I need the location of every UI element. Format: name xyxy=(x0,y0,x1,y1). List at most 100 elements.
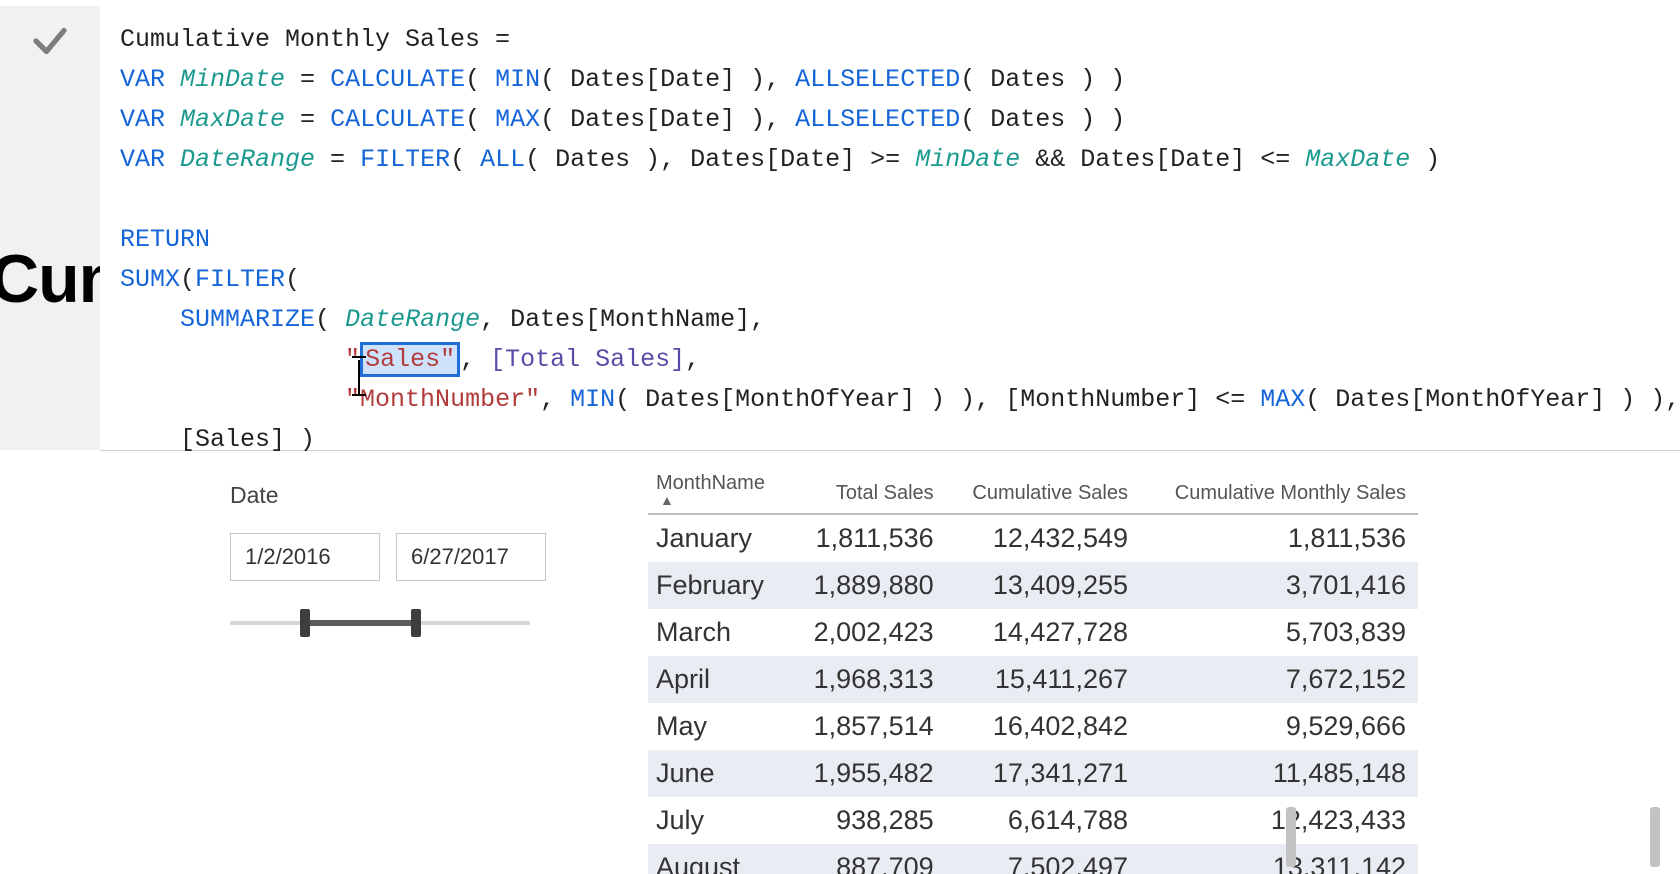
table-row[interactable]: August887,7097,502,49713,311,142 xyxy=(648,844,1418,874)
cell-label: July xyxy=(648,797,791,844)
slicer-range-slider[interactable] xyxy=(230,611,530,635)
code-token: ALLSELECTED xyxy=(795,65,960,94)
cell-value: 14,427,728 xyxy=(946,609,1140,656)
code-token: MAX xyxy=(495,105,540,134)
cell-label: January xyxy=(648,514,791,562)
code-token: VAR xyxy=(120,65,180,94)
scrollbar-thumb-left[interactable] xyxy=(1286,807,1296,867)
code-token: RETURN xyxy=(120,225,210,254)
commit-formula-button[interactable] xyxy=(0,6,101,76)
scrollbar-thumb-right[interactable] xyxy=(1650,807,1660,867)
column-header-label: Total Sales xyxy=(836,482,934,504)
code-token: ( Dates[Date] ), xyxy=(540,65,795,94)
cell-value: 1,889,880 xyxy=(791,562,946,609)
code-token: ( xyxy=(465,105,495,134)
cell-label: February xyxy=(648,562,791,609)
table-row[interactable]: January1,811,53612,432,5491,811,536 xyxy=(648,514,1418,562)
code-token xyxy=(120,305,180,334)
code-token: ( xyxy=(285,265,300,294)
code-token: MIN xyxy=(570,385,615,414)
code-token: , Dates[MonthName], xyxy=(480,305,765,334)
code-token: VAR xyxy=(120,105,180,134)
code-token: ( Dates[MonthOfYear] ) ), xyxy=(1305,385,1680,414)
cell-value: 887,709 xyxy=(791,844,946,874)
formula-bar-region: Cum Cumulative Monthly Sales = VAR MinDa… xyxy=(0,0,1680,450)
cell-value: 11,485,148 xyxy=(1140,750,1418,797)
code-token: ALLSELECTED xyxy=(795,105,960,134)
code-token: CALCULATE xyxy=(330,65,465,94)
column-header-label: Cumulative Monthly Sales xyxy=(1175,482,1406,504)
sort-ascending-icon: ▲ xyxy=(656,495,779,505)
code-token: = xyxy=(285,105,330,134)
slicer-title: Date xyxy=(230,482,560,509)
slider-thumb-start[interactable] xyxy=(300,609,310,637)
cell-value: 16,402,842 xyxy=(946,703,1140,750)
column-header[interactable]: Cumulative Monthly Sales xyxy=(1140,462,1418,514)
code-token: ( xyxy=(315,305,345,334)
cell-label: May xyxy=(648,703,791,750)
code-token: MinDate xyxy=(915,145,1020,174)
code-token: , xyxy=(460,345,490,374)
cell-value: 1,857,514 xyxy=(791,703,946,750)
cell-value: 2,002,423 xyxy=(791,609,946,656)
code-token: ) xyxy=(1410,145,1440,174)
code-token: = xyxy=(315,145,360,174)
code-token: MIN xyxy=(495,65,540,94)
table-visual: MonthName▲ Total Sales Cumulative Sales Cum… xyxy=(648,462,1660,874)
cell-value: 13,409,255 xyxy=(946,562,1140,609)
table-row[interactable]: July938,2856,614,78812,423,433 xyxy=(648,797,1418,844)
code-token xyxy=(120,345,345,374)
code-token xyxy=(120,385,345,414)
dax-formula-editor[interactable]: Cumulative Monthly Sales = VAR MinDate =… xyxy=(100,6,1680,451)
code-token: "MonthNumber" xyxy=(345,385,540,414)
checkmark-icon xyxy=(29,20,71,62)
code-token: , xyxy=(540,385,570,414)
column-header[interactable]: Total Sales xyxy=(791,462,946,514)
table-row[interactable]: June1,955,48217,341,27111,485,148 xyxy=(648,750,1418,797)
code-token: MaxDate xyxy=(180,105,285,134)
column-header[interactable]: Cumulative Sales xyxy=(946,462,1140,514)
code-token: = xyxy=(285,65,330,94)
table-row[interactable]: March2,002,42314,427,7285,703,839 xyxy=(648,609,1418,656)
slider-thumb-end[interactable] xyxy=(411,609,421,637)
column-header-label: MonthName xyxy=(656,472,765,494)
code-token: DateRange xyxy=(345,305,480,334)
code-token: && Dates[Date] <= xyxy=(1020,145,1305,174)
cell-label: March xyxy=(648,609,791,656)
cell-value: 1,811,536 xyxy=(1140,514,1418,562)
table-row[interactable]: February1,889,88013,409,2553,701,416 xyxy=(648,562,1418,609)
code-token xyxy=(120,185,135,214)
code-token: ( Dates ) ) xyxy=(960,105,1125,134)
code-token: ( Dates ), Dates[Date] >= xyxy=(525,145,915,174)
code-token: , xyxy=(685,345,700,374)
cell-value: 7,672,152 xyxy=(1140,656,1418,703)
code-token: MaxDate xyxy=(1305,145,1410,174)
cell-value: 17,341,271 xyxy=(946,750,1140,797)
cell-value: 1,968,313 xyxy=(791,656,946,703)
code-token: MAX xyxy=(1260,385,1305,414)
code-token: ( Dates[Date] ), xyxy=(540,105,795,134)
code-token: [Total Sales] xyxy=(490,345,685,374)
code-token: Sales" xyxy=(360,342,460,377)
table-row[interactable]: April1,968,31315,411,2677,672,152 xyxy=(648,656,1418,703)
code-token: VAR xyxy=(120,145,180,174)
cell-value: 6,614,788 xyxy=(946,797,1140,844)
code-token: MinDate xyxy=(180,65,285,94)
cell-label: August xyxy=(648,844,791,874)
slicer-to-input[interactable]: 6/27/2017 xyxy=(396,533,546,581)
cell-value: 12,432,549 xyxy=(946,514,1140,562)
cell-value: 1,955,482 xyxy=(791,750,946,797)
slicer-from-input[interactable]: 1/2/2016 xyxy=(230,533,380,581)
cell-value: 9,529,666 xyxy=(1140,703,1418,750)
code-token: ( Dates[MonthOfYear] ) ), [MonthNumber] … xyxy=(615,385,1260,414)
cell-value: 938,285 xyxy=(791,797,946,844)
code-token: FILTER xyxy=(360,145,450,174)
column-header[interactable]: MonthName▲ xyxy=(648,462,791,514)
code-token: ( xyxy=(465,65,495,94)
code-token: ( xyxy=(450,145,480,174)
report-canvas: Date 1/2/2016 6/27/2017 MonthName▲ Total … xyxy=(0,450,1680,874)
slider-fill xyxy=(305,620,416,626)
column-header-label: Cumulative Sales xyxy=(972,482,1128,504)
table-row[interactable]: May1,857,51416,402,8429,529,666 xyxy=(648,703,1418,750)
code-token: SUMX xyxy=(120,265,180,294)
